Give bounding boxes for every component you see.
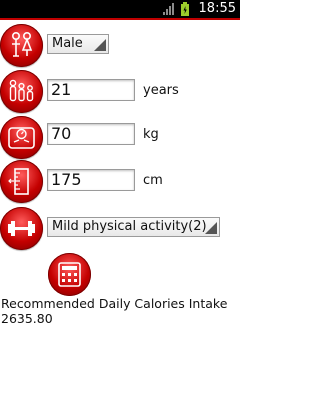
age-input-value: 21 — [51, 80, 72, 99]
result-label: Recommended Daily Calories Intake — [1, 296, 228, 311]
scale-icon — [0, 116, 43, 159]
activity-select[interactable]: Mild physical activity(2) — [47, 217, 220, 237]
dropdown-arrow-icon — [94, 39, 106, 51]
signal-icon — [163, 3, 174, 15]
clock: 18:55 — [198, 1, 236, 16]
dropdown-arrow-icon — [205, 222, 217, 234]
status-bar: 18:55 — [0, 0, 240, 20]
age-input[interactable]: 21 — [47, 79, 135, 101]
height-input-value: 175 — [51, 170, 82, 189]
height-input[interactable]: 175 — [47, 169, 135, 191]
calculator-icon — [58, 262, 81, 287]
ruler-icon — [0, 160, 43, 203]
height-unit-label: cm — [143, 173, 163, 188]
calculate-button[interactable] — [48, 253, 91, 296]
gender-select-value: Male — [52, 36, 83, 51]
weight-unit-label: kg — [143, 127, 159, 142]
weight-input-value: 70 — [51, 124, 72, 143]
age-unit-label: years — [143, 83, 179, 98]
result-value: 2635.80 — [1, 311, 53, 326]
battery-icon — [181, 2, 189, 16]
weight-input[interactable]: 70 — [47, 123, 135, 145]
gender-select[interactable]: Male — [47, 34, 109, 54]
dumbbell-icon — [0, 207, 43, 250]
activity-select-value: Mild physical activity(2) — [52, 219, 207, 234]
age-icon — [0, 70, 43, 113]
gender-icon — [0, 24, 43, 67]
